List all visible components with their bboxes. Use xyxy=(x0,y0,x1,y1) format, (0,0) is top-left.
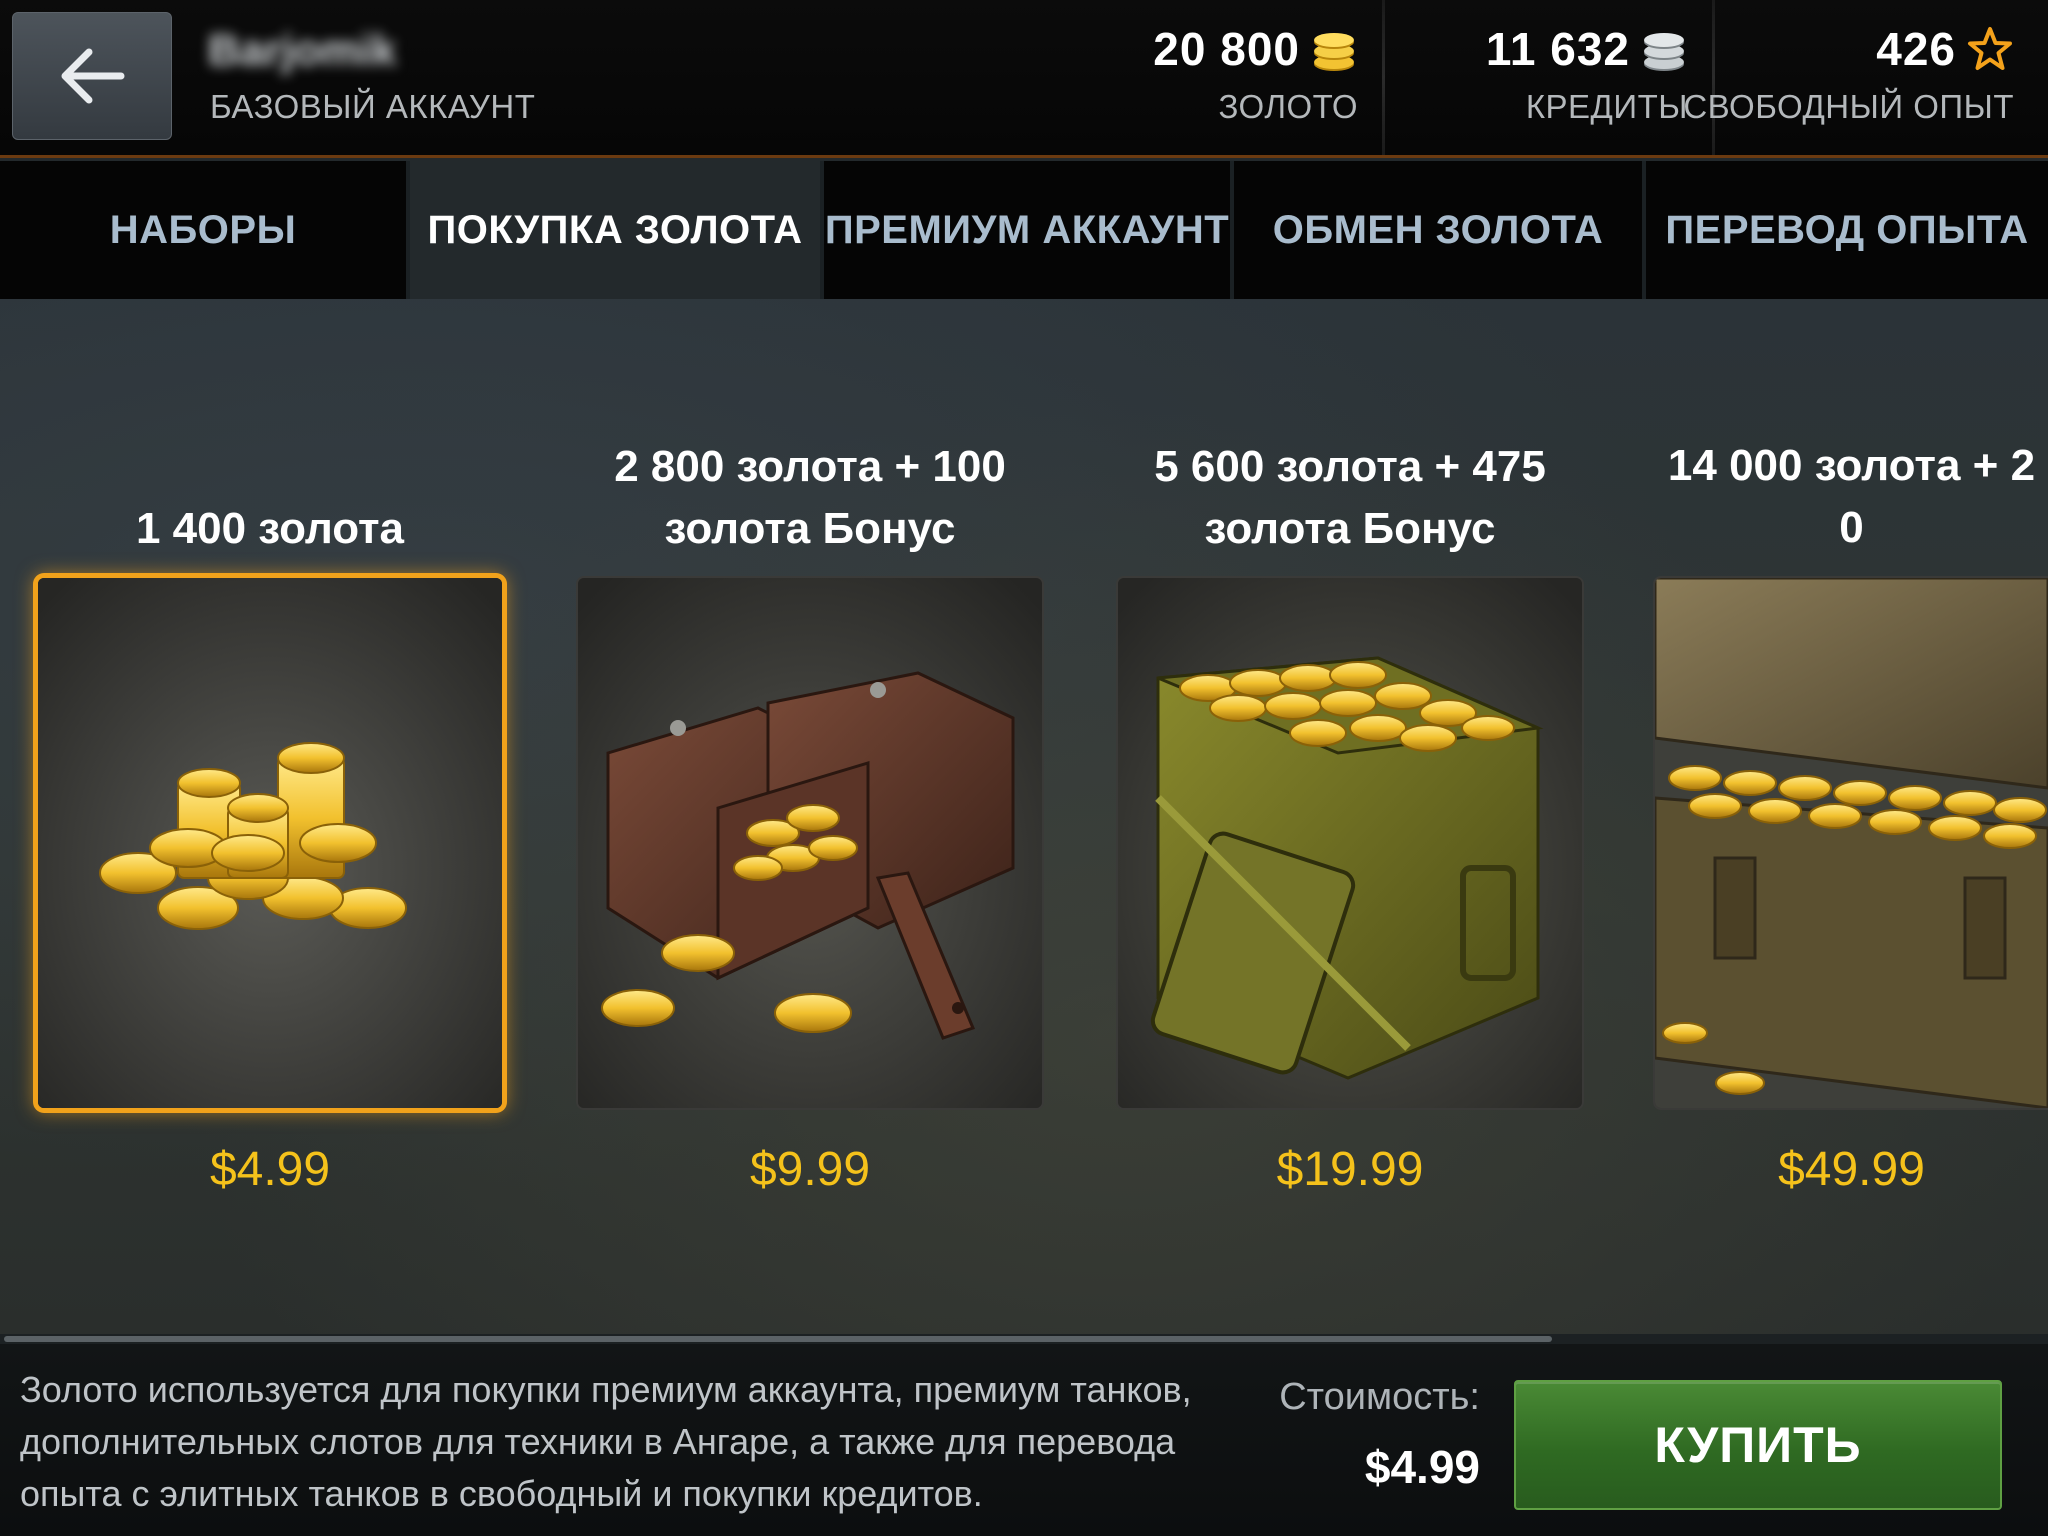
tab-buy-gold[interactable]: ПОКУПКА ЗОЛОТА xyxy=(410,161,824,299)
arrow-left-icon xyxy=(61,48,125,104)
credits-value: 11 632 xyxy=(1485,23,1630,75)
product-image-coin-pile[interactable] xyxy=(38,578,502,1108)
gold-description: Золото используется для покупки премиум … xyxy=(20,1369,1192,1514)
cost-label: Стоимость: xyxy=(1279,1376,1480,1418)
product-image-leather-pouch[interactable] xyxy=(578,578,1042,1108)
product-price: $19.99 xyxy=(1276,1143,1424,1196)
product-card[interactable]: 14 000 золота + 2 0 золота Бонус xyxy=(1655,420,2048,1197)
gold-label: ЗОЛОТО xyxy=(1218,88,1358,125)
horizontal-scrollbar[interactable] xyxy=(0,1334,2048,1344)
product-image-wooden-crate[interactable] xyxy=(1655,578,2048,1108)
coin-pile-image xyxy=(38,578,502,1108)
gold-balance: 20 800 ЗОЛОТО xyxy=(1153,22,1358,126)
silver-coins-icon xyxy=(1644,33,1684,71)
product-title: 14 000 золота + 2 0 золота Бонус xyxy=(1667,441,2036,552)
tab-bar: НАБОРЫ ПОКУПКА ЗОЛОТА ПРЕМИУМ АККАУНТ ОБ… xyxy=(0,161,2048,299)
gold-coins-icon xyxy=(1314,33,1354,71)
tab-premium-account[interactable]: ПРЕМИУМ АККАУНТ xyxy=(824,161,1234,299)
product-image-ammo-box[interactable] xyxy=(1118,578,1582,1108)
cost-value: $4.99 xyxy=(1364,1441,1480,1493)
credits-balance: 11 632 КРЕДИТЫ xyxy=(1486,22,1688,126)
tab-bundles[interactable]: НАБОРЫ xyxy=(0,161,410,299)
gold-value: 20 800 xyxy=(1153,23,1300,75)
bottom-bar: Золото используется для покупки премиум … xyxy=(0,1344,2048,1536)
player-name: Barjomik xyxy=(208,26,397,75)
tab-exchange-gold[interactable]: ОБМЕН ЗОЛОТА xyxy=(1234,161,1646,299)
scrollbar-thumb[interactable] xyxy=(4,1336,1552,1342)
product-title: 1 400 золота xyxy=(135,504,405,553)
account-type: БАЗОВЫЙ АККАУНТ xyxy=(210,88,536,125)
star-icon xyxy=(1968,27,2012,70)
top-bar: Barjomik БАЗОВЫЙ АККАУНТ 20 800 ЗОЛОТО 1… xyxy=(0,0,2048,158)
product-title: 5 600 золота + 475 золота Бонус xyxy=(1154,442,1546,553)
product-title: 2 800 золота + 100 золота Бонус xyxy=(614,442,1006,553)
product-price: $49.99 xyxy=(1778,1143,1925,1196)
back-button[interactable] xyxy=(12,12,172,140)
free-xp-balance: 426 СВОБОДНЫЙ ОПЫТ xyxy=(1683,22,2014,126)
wooden-crate-image xyxy=(1655,578,2048,1108)
free-xp-label: СВОБОДНЫЙ ОПЫТ xyxy=(1683,88,2014,125)
product-card[interactable]: 2 800 золота + 100 золота Бонус $9.99 xyxy=(575,420,1045,1197)
buy-button[interactable]: КУПИТЬ xyxy=(1514,1380,2002,1510)
product-price: $4.99 xyxy=(209,1143,331,1196)
product-card[interactable]: 5 600 золота + 475 золота Бонус $19.99 xyxy=(1115,420,1585,1197)
product-card[interactable]: 1 400 золота $4.99 xyxy=(35,420,505,1197)
divider xyxy=(1382,0,1385,155)
tab-convert-xp[interactable]: ПЕРЕВОД ОПЫТА xyxy=(1646,161,2048,299)
leather-pouch-image xyxy=(578,578,1042,1108)
credits-label: КРЕДИТЫ xyxy=(1525,88,1688,125)
product-price: $9.99 xyxy=(749,1143,871,1196)
ammo-box-image xyxy=(1118,578,1582,1108)
free-xp-value: 426 xyxy=(1876,23,1956,75)
